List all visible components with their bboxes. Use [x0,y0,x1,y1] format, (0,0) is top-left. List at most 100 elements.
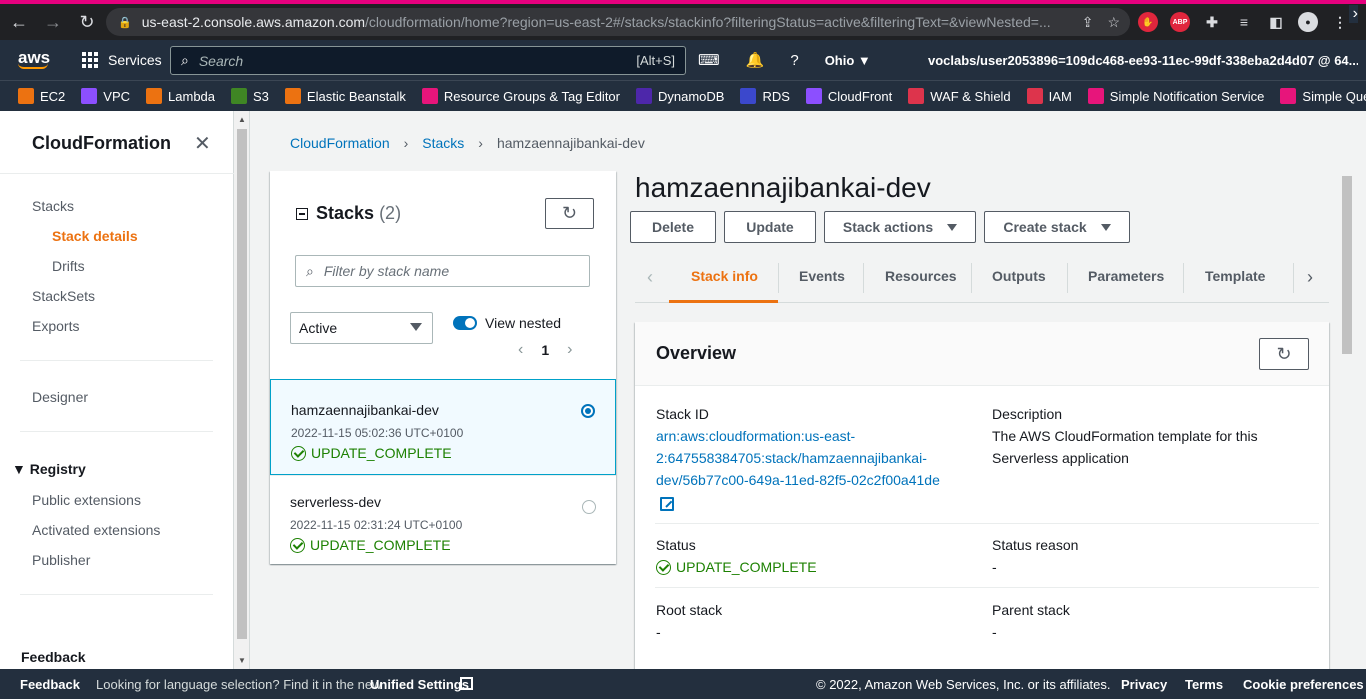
unified-settings-link[interactable]: Unified Settings [370,677,469,692]
favorites-more-icon[interactable]: › [1348,5,1358,23]
tab-events[interactable]: Events [799,268,845,284]
sidebar-item-public-extensions[interactable]: Public extensions [32,492,141,508]
favorite-s3[interactable]: S3 [231,88,269,104]
favorite-vpc[interactable]: VPC [81,88,130,104]
favorite-iam[interactable]: IAM [1026,88,1072,104]
footer-cookie-link[interactable]: Cookie preferences [1243,677,1364,692]
scrollbar-thumb[interactable] [237,129,247,639]
footer-privacy-link[interactable]: Privacy [1121,677,1167,692]
favorite-label: Lambda [168,88,216,104]
tabs-scroll-right-icon[interactable]: › [1307,267,1313,288]
favorite-elastic-beanstalk[interactable]: Elastic Beanstalk [284,88,406,104]
reload-icon[interactable]: ↻ [72,7,102,37]
favorite-rds[interactable]: RDS [740,88,790,104]
stack-name[interactable]: hamzaennajibankai-dev [291,402,439,418]
update-button[interactable]: Update [724,211,816,243]
sidebar-feedback[interactable]: Feedback [21,649,86,665]
tab-resources[interactable]: Resources [885,268,957,284]
browser-toolbar: ← → ↻ 🔒 us-east-2.console.aws.amazon.com… [0,4,1366,40]
scroll-up-icon[interactable]: ▲ [238,115,246,124]
close-icon[interactable]: ✕ [194,131,211,156]
sidebar-item-stacks[interactable]: Stacks [32,198,74,214]
extensions-puzzle-icon[interactable]: ✚ [1202,12,1222,32]
view-nested-toggle[interactable] [453,316,477,330]
tab-template[interactable]: Template [1205,268,1265,284]
prev-page-icon[interactable]: ‹ [518,341,523,359]
breadcrumb-cloudformation[interactable]: CloudFormation [290,135,390,151]
sidebar-item-drifts[interactable]: Drifts [52,258,85,274]
favorite-simple-notification-service[interactable]: Simple Notification Service [1087,88,1264,104]
breadcrumb-stacks[interactable]: Stacks [422,135,464,151]
stack-date: 2022-11-15 02:31:24 UTC+0100 [290,518,463,532]
favorite-simple-queue-se[interactable]: Simple Queue Se [1280,88,1366,104]
sidebar-item-stacksets[interactable]: StackSets [32,288,95,304]
next-page-icon[interactable]: › [567,341,572,359]
sidebar-item-publisher[interactable]: Publisher [32,552,90,568]
main-scrollbar[interactable] [1340,172,1354,669]
favorite-cloudfront[interactable]: CloudFront [805,88,892,104]
back-icon[interactable]: ← [4,7,34,37]
stack-radio-selected[interactable] [581,404,595,418]
sidebar-scrollbar[interactable]: ▲ ▼ [234,111,250,669]
tab-parameters[interactable]: Parameters [1088,268,1164,284]
stack-actions-button[interactable]: Stack actions [824,211,976,243]
favorite-dynamodb[interactable]: DynamoDB [636,88,724,104]
stack-list-item[interactable]: hamzaennajibankai-dev 2022-11-15 05:02:3… [270,379,616,475]
stop-extension-icon[interactable]: ✋ [1138,12,1158,32]
account-menu[interactable]: voclabs/user2053896=109dc468-ee93-11ec-9… [928,53,1358,68]
services-menu[interactable]: Services [82,52,162,68]
footer-terms-link[interactable]: Terms [1185,677,1223,692]
current-page[interactable]: 1 [541,342,549,358]
description-label: Description [992,406,1063,422]
favorite-ec2[interactable]: EC2 [18,88,65,104]
favorite-lambda[interactable]: Lambda [146,88,215,104]
share-icon[interactable]: ⇪ [1082,14,1094,31]
overview-title: Overview [656,343,737,363]
footer-feedback-link[interactable]: Feedback [20,677,80,692]
aws-logo[interactable]: aws [18,49,52,69]
sidebar-item-exports[interactable]: Exports [32,318,79,334]
browser-menu-icon[interactable]: ⋮ [1330,12,1350,32]
tab-outputs[interactable]: Outputs [992,268,1046,284]
scroll-down-icon[interactable]: ▼ [238,656,246,665]
console-search-input[interactable]: ⌕ Search [Alt+S] [170,46,686,75]
tab-stack-info[interactable]: Stack info [691,268,758,284]
url-path: /cloudformation/home?region=us-east-2#/s… [365,14,1051,30]
external-link-icon[interactable] [660,497,674,511]
favorite-resource-groups-tag-editor[interactable]: Resource Groups & Tag Editor [421,88,620,104]
region-selector[interactable]: Ohio ▼ [825,53,871,68]
footer-copyright: © 2022, Amazon Web Services, Inc. or its… [816,677,1111,692]
scrollbar-thumb[interactable] [1342,176,1352,354]
notifications-bell-icon[interactable]: 🔔 [746,51,765,69]
stack-list-item[interactable]: serverless-dev 2022-11-15 02:31:24 UTC+0… [270,475,616,564]
collapse-panel-icon[interactable] [296,208,308,220]
profile-avatar[interactable]: ● [1298,12,1318,32]
tabs-scroll-left-icon[interactable]: ‹ [647,267,653,288]
create-stack-button[interactable]: Create stack [984,211,1130,243]
sidebar-section-registry[interactable]: ▼ Registry [12,461,86,477]
sidebar-item-stack-details[interactable]: Stack details [52,228,138,244]
refresh-stacks-button[interactable]: ↻ [545,198,594,229]
refresh-overview-button[interactable]: ↻ [1259,338,1309,370]
forward-icon[interactable]: → [38,7,68,37]
sidebar-item-designer[interactable]: Designer [32,389,88,405]
favorite-waf-shield[interactable]: WAF & Shield [908,88,1011,104]
status-filter-select[interactable]: Active [290,312,433,344]
favorite-label: VPC [103,88,131,104]
adblock-icon[interactable]: ABP [1170,12,1190,32]
sidebar-item-activated-extensions[interactable]: Activated extensions [32,522,160,538]
reading-list-icon[interactable]: ≡ [1234,12,1254,32]
address-bar[interactable]: 🔒 us-east-2.console.aws.amazon.com/cloud… [106,8,1130,36]
delete-button[interactable]: Delete [630,211,716,243]
filter-placeholder: Filter by stack name [323,263,450,279]
side-panel-icon[interactable]: ◧ [1266,12,1286,32]
stack-radio[interactable] [582,500,596,514]
bookmark-star-icon[interactable]: ☆ [1107,14,1120,31]
cloudshell-icon[interactable]: ⌨ [698,51,720,69]
help-icon[interactable]: ? [790,52,798,69]
stack-id-link[interactable]: arn:aws:cloudformation:us-east-2:6475583… [656,425,976,491]
refresh-icon: ↻ [561,203,578,223]
stack-name[interactable]: serverless-dev [290,494,381,510]
filter-stacks-input[interactable]: ⌕ Filter by stack name [295,255,590,287]
service-icon [1280,88,1297,104]
